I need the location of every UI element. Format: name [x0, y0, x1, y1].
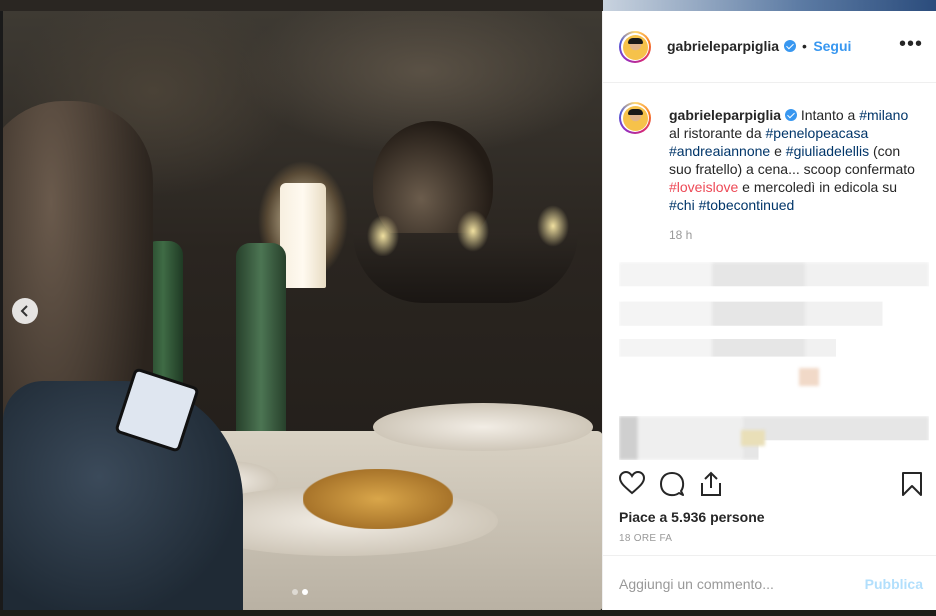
avatar[interactable]	[619, 102, 651, 134]
share-button[interactable]	[699, 471, 727, 499]
publish-button[interactable]: Pubblica	[865, 576, 923, 592]
likes-count[interactable]: Piace a 5.936 persone	[619, 509, 765, 525]
save-button[interactable]	[901, 471, 929, 499]
post-timestamp: 18 ORE FA	[619, 533, 673, 544]
avatar[interactable]	[619, 31, 651, 63]
bottom-background-strip	[0, 610, 936, 616]
carousel-dot-1	[292, 589, 298, 595]
carousel-indicator	[292, 589, 308, 595]
comment-input[interactable]: Aggiungi un commento...	[619, 576, 774, 592]
post-photo[interactable]	[3, 11, 602, 610]
comment-form: Aggiungi un commento... Pubblica	[603, 555, 936, 611]
blurred-comment-2	[619, 416, 929, 460]
follow-button[interactable]: Segui	[813, 38, 851, 54]
top-background-right	[603, 0, 936, 11]
carousel-prev-button[interactable]	[12, 298, 38, 324]
comment-button[interactable]	[659, 471, 687, 499]
hashtag-link[interactable]: #loveislove	[669, 179, 738, 195]
comments-list[interactable]: gabrieleparpiglia Intanto a #milano al r…	[603, 82, 936, 467]
caption-username[interactable]: gabrieleparpiglia	[669, 107, 781, 123]
photo-fries	[303, 469, 453, 529]
verified-icon	[784, 109, 797, 121]
heart-icon	[618, 470, 646, 495]
chevron-left-icon	[20, 305, 28, 317]
photo-candle	[280, 183, 326, 288]
bookmark-icon	[902, 472, 922, 496]
caption-timestamp: 18 h	[669, 228, 693, 242]
caption-text: Intanto a	[800, 107, 860, 123]
blurred-comment-accent	[799, 368, 819, 386]
more-icon[interactable]: •••	[899, 33, 923, 56]
username-link[interactable]: gabrieleparpiglia	[667, 38, 779, 54]
hashtag-link[interactable]: #penelopeacasa	[766, 125, 869, 141]
post-side-panel: gabrieleparpiglia • Segui ••• gabrielepa…	[602, 11, 936, 610]
post-header: gabrieleparpiglia • Segui •••	[603, 11, 936, 83]
photo-lemons	[363, 201, 573, 256]
post-caption: gabrieleparpiglia Intanto a #milano al r…	[669, 106, 919, 214]
hashtag-link[interactable]: #giuliadelellis	[786, 143, 869, 159]
hashtag-link[interactable]: #milano	[859, 107, 908, 123]
caption-text: al ristorante da	[669, 125, 766, 141]
share-icon	[701, 471, 721, 496]
hashtag-link[interactable]: #andreaiannone	[669, 143, 770, 159]
blurred-comment-accent-2	[741, 430, 765, 446]
hashtag-link[interactable]: #chi	[669, 197, 695, 213]
caption-text: e	[770, 143, 786, 159]
carousel-dot-2	[302, 589, 308, 595]
caption-text: e mercoledì in edicola su	[738, 179, 898, 195]
comment-icon	[660, 472, 685, 497]
header-separator: •	[801, 38, 807, 54]
header-user-row: gabrieleparpiglia • Segui	[667, 38, 851, 56]
hashtag-link[interactable]: #tobecontinued	[699, 197, 795, 213]
photo-plate-right	[373, 403, 593, 451]
verified-icon	[783, 40, 796, 52]
blurred-comment-1	[619, 262, 929, 357]
photo-bottle-water	[236, 243, 286, 458]
like-button[interactable]	[618, 470, 647, 499]
action-bar	[603, 467, 936, 515]
top-background-strip	[0, 0, 936, 11]
